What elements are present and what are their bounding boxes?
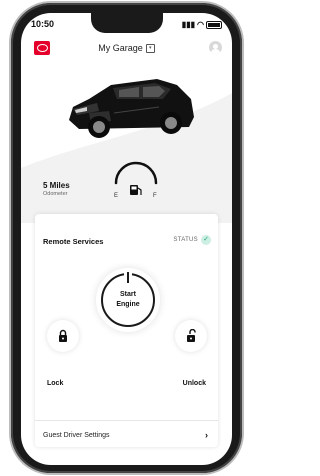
- unlock-label: Unlock: [182, 380, 206, 387]
- phone-screen: 10:50 ▮▮▮ ◠ My Garage ▾ 5 Miles Odometer …: [21, 13, 232, 465]
- fuel-empty-label: E: [114, 193, 118, 199]
- lock-icon: [59, 329, 67, 342]
- fuel-gauge: E F: [114, 161, 158, 199]
- signal-icon: ▮▮▮: [181, 20, 196, 29]
- unlock-icon: [187, 329, 196, 342]
- lock-label: Lock: [47, 380, 64, 387]
- chevron-right-icon[interactable]: ›: [205, 430, 208, 440]
- odometer-label: Odometer: [43, 191, 68, 197]
- status-time: 10:50: [31, 19, 55, 29]
- remote-services-card: Remote Services STATUS ✓ Start Engine Lo…: [35, 214, 218, 447]
- notch: [91, 13, 163, 33]
- avatar[interactable]: [209, 41, 222, 54]
- garage-selector[interactable]: My Garage ▾: [21, 43, 232, 54]
- power-icon: [127, 272, 129, 283]
- status-icons: ▮▮▮ ◠: [182, 20, 222, 29]
- status-label[interactable]: STATUS: [173, 237, 198, 243]
- wifi-icon: ◠: [197, 20, 204, 29]
- fuel-full-label: F: [153, 193, 157, 199]
- chevron-down-icon: ▾: [145, 44, 155, 54]
- divider: [35, 420, 218, 421]
- start-engine-label: Start Engine: [96, 290, 160, 310]
- start-label-line1: Start: [120, 291, 136, 298]
- vehicle-image: [69, 79, 194, 138]
- header: My Garage ▾: [21, 38, 232, 60]
- check-icon[interactable]: ✓: [201, 235, 211, 245]
- page-title: My Garage: [98, 43, 143, 53]
- unlock-button[interactable]: [175, 320, 207, 352]
- battery-icon: [206, 20, 222, 29]
- start-label-line2: Engine: [116, 301, 140, 308]
- odometer-value: 5 Miles: [43, 181, 70, 190]
- remote-services-title: Remote Services: [43, 237, 104, 246]
- fuel-pump-icon: [130, 185, 142, 195]
- guest-driver-settings-link[interactable]: Guest Driver Settings: [43, 432, 110, 439]
- start-engine-button[interactable]: Start Engine: [96, 268, 160, 332]
- lock-button[interactable]: [47, 320, 79, 352]
